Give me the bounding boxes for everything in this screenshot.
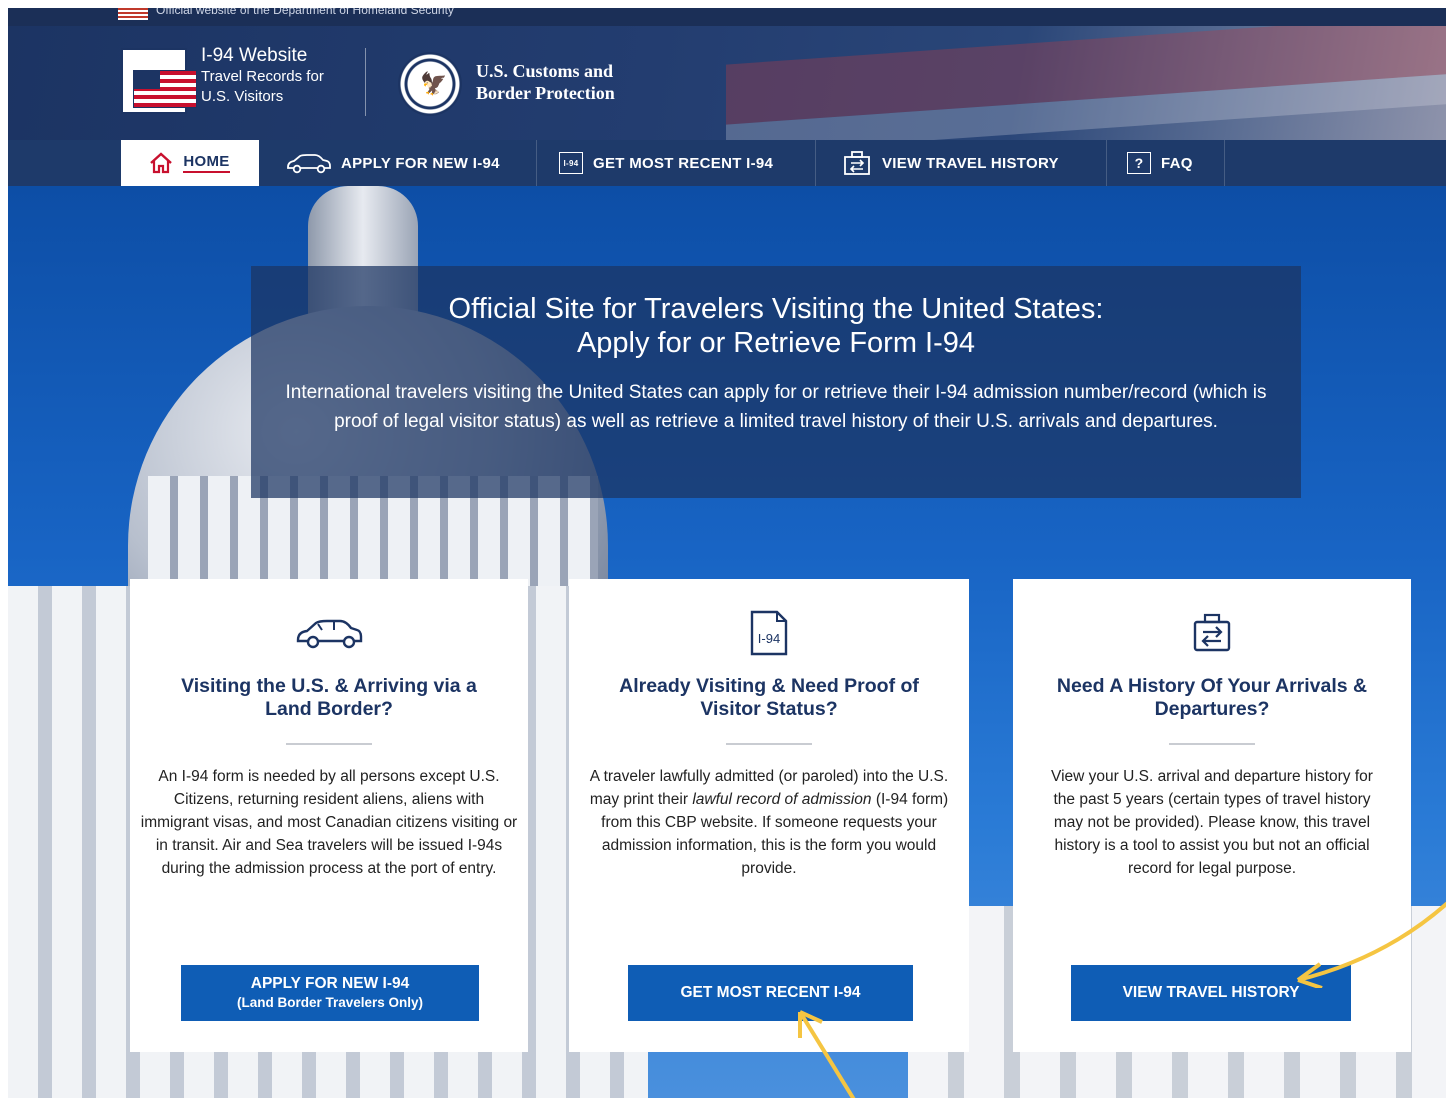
- site-subtitle-1: Travel Records for: [201, 68, 324, 85]
- card-title: Need A History Of Your Arrivals & Depart…: [1056, 675, 1368, 720]
- nav-get-most-recent-i94[interactable]: I-94 GET MOST RECENT I-94: [537, 140, 816, 186]
- hero-section: Official Site for Travelers Visiting the…: [8, 186, 1446, 1098]
- card-divider: [1169, 743, 1255, 745]
- site-title[interactable]: I-94 Website Travel Records for U.S. Vis…: [201, 45, 324, 107]
- card-land-border: Visiting the U.S. & Arriving via a Land …: [130, 579, 528, 1052]
- nav-apply-new-i94[interactable]: APPLY FOR NEW I-94: [259, 140, 537, 186]
- home-icon: [150, 152, 173, 174]
- button-label: VIEW TRAVEL HISTORY: [1122, 984, 1300, 1001]
- site-title-main: I-94 Website: [201, 45, 308, 66]
- nav-faq[interactable]: ? FAQ: [1107, 140, 1225, 186]
- i94-logo-icon[interactable]: [121, 48, 197, 114]
- travel-history-icon: [844, 151, 870, 175]
- us-flag-icon: [118, 8, 148, 20]
- car-icon: [296, 619, 363, 649]
- intro-panel: Official Site for Travelers Visiting the…: [251, 266, 1301, 498]
- header-divider: [365, 48, 366, 116]
- gov-banner: Official website of the Department of Ho…: [8, 8, 1446, 26]
- view-travel-history-button[interactable]: VIEW TRAVEL HISTORY: [1071, 965, 1351, 1021]
- i94-document-icon: I-94: [559, 152, 583, 174]
- emphasis-text: lawful record of admission: [692, 791, 872, 808]
- site-subtitle-2: U.S. Visitors: [201, 88, 284, 105]
- us-flag-icon: [133, 70, 197, 108]
- card-description: An I-94 form is needed by all persons ex…: [140, 768, 518, 877]
- nav-view-travel-history[interactable]: VIEW TRAVEL HISTORY: [816, 140, 1107, 186]
- gov-banner-text: Official website of the Department of Ho…: [156, 8, 454, 17]
- intro-title: Official Site for Travelers Visiting the…: [251, 292, 1301, 360]
- card-description: A traveler lawfully admitted (or paroled…: [589, 768, 949, 877]
- nav-faq-label: FAQ: [1161, 154, 1193, 172]
- agency-name-line-1: U.S. Customs and: [476, 61, 614, 81]
- dhs-seal-icon: 🦅: [398, 52, 462, 116]
- card-description: View your U.S. arrival and departure his…: [1051, 768, 1373, 877]
- travel-history-icon: [1193, 613, 1231, 652]
- car-icon: [287, 154, 331, 174]
- card-proof-of-status: I-94 Already Visiting & Need Proof of Vi…: [569, 579, 969, 1052]
- card-title: Already Visiting & Need Proof of Visitor…: [619, 675, 919, 720]
- button-label: APPLY FOR NEW I-94: [250, 975, 410, 992]
- button-label: GET MOST RECENT I-94: [680, 984, 861, 1001]
- button-sublabel: (Land Border Travelers Only): [236, 995, 424, 1010]
- page-frame: Official website of the Department of Ho…: [8, 8, 1446, 1098]
- nav-travel-history-label: VIEW TRAVEL HISTORY: [882, 154, 1059, 172]
- card-travel-history: Need A History Of Your Arrivals & Depart…: [1013, 579, 1411, 1052]
- nav-home[interactable]: HOME: [121, 140, 259, 186]
- card-title: Visiting the U.S. & Arriving via a Land …: [181, 675, 477, 720]
- intro-title-line-1: Official Site for Travelers Visiting the…: [448, 293, 1104, 325]
- intro-text: International travelers visiting the Uni…: [285, 382, 1267, 432]
- get-most-recent-i94-button[interactable]: GET MOST RECENT I-94: [628, 965, 913, 1021]
- nav-home-label: HOME: [183, 153, 230, 173]
- question-icon: ?: [1127, 152, 1151, 174]
- svg-text:I-94: I-94: [758, 631, 780, 646]
- intro-title-line-2: Apply for or Retrieve Form I-94: [576, 327, 976, 359]
- nav-get-recent-label: GET MOST RECENT I-94: [593, 154, 774, 172]
- nav-apply-label: APPLY FOR NEW I-94: [341, 154, 500, 172]
- card-divider: [286, 743, 372, 745]
- main-nav: HOME APPLY FOR NEW I-94 I-94 GET MOST RE…: [8, 140, 1446, 186]
- apply-new-i94-button[interactable]: APPLY FOR NEW I-94 (Land Border Traveler…: [181, 965, 479, 1021]
- i94-document-icon: I-94: [750, 610, 788, 656]
- agency-name-line-2: Border Protection: [476, 83, 615, 103]
- agency-name: U.S. Customs and Border Protection: [476, 60, 615, 104]
- card-divider: [726, 743, 812, 745]
- site-header: Official website of the Department of Ho…: [8, 8, 1446, 155]
